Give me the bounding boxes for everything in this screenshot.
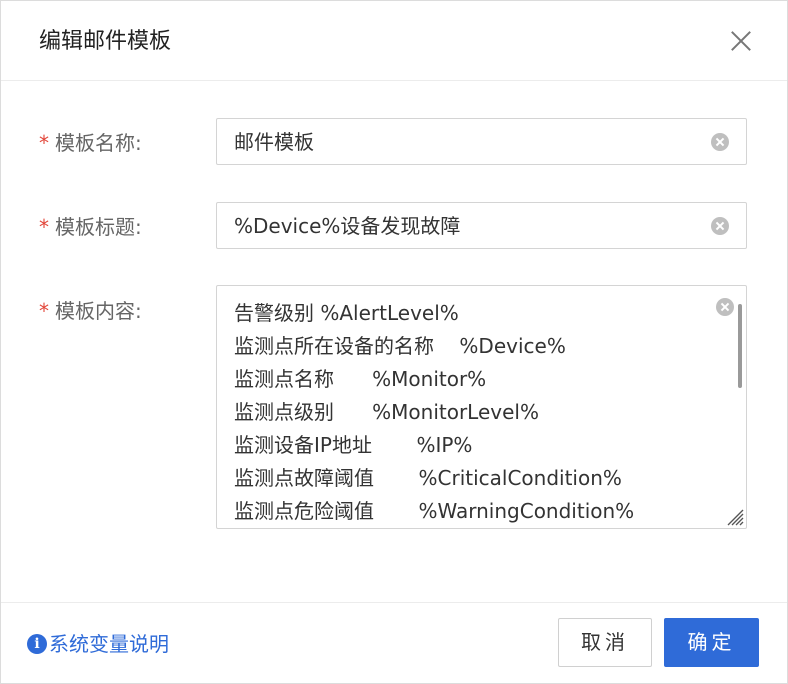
clear-icon[interactable] <box>716 298 734 316</box>
textarea-scrollbar[interactable] <box>738 304 742 388</box>
system-variable-help-link[interactable]: i 系统变量说明 <box>27 632 169 656</box>
content-line: 告警级别 %AlertLevel% <box>234 301 459 325</box>
dialog-footer: i 系统变量说明 取消 确定 <box>1 602 787 684</box>
edit-email-template-dialog: 编辑邮件模板 * 模板名称: 邮件模板 * 模板标题: %Device%设备发现故障… <box>0 0 788 684</box>
info-icon: i <box>27 634 47 654</box>
content-line: 监测设备IP地址 %IP% <box>234 433 473 457</box>
template-content-textarea[interactable]: 告警级别 %AlertLevel% 监测点所在设备的名称 %Device% 监测… <box>216 285 747 529</box>
clear-icon[interactable] <box>711 217 729 235</box>
template-name-input[interactable]: 邮件模板 <box>216 118 747 165</box>
content-line: 监测点所在设备的名称 %Device% <box>234 334 566 358</box>
template-subject-input[interactable]: %Device%设备发现故障 <box>216 202 747 249</box>
template-subject-label: * 模板标题: <box>39 215 142 239</box>
content-line: 监测点危险阈值 %WarningCondition% <box>234 499 635 523</box>
content-line: 监测点故障阈值 %CriticalCondition% <box>234 466 622 490</box>
template-content-lines: 告警级别 %AlertLevel% 监测点所在设备的名称 %Device% 监测… <box>234 297 634 528</box>
template-name-label: * 模板名称: <box>39 131 142 155</box>
required-mark: * <box>39 215 49 239</box>
template-subject-value: %Device%设备发现故障 <box>234 214 461 238</box>
content-line: 监测点名称 %Monitor% <box>234 367 487 391</box>
required-mark: * <box>39 299 49 323</box>
help-link-text: 系统变量说明 <box>49 632 169 656</box>
resize-handle-icon[interactable] <box>724 506 744 526</box>
dialog-title: 编辑邮件模板 <box>39 29 172 54</box>
template-name-value: 邮件模板 <box>234 130 314 154</box>
close-icon[interactable] <box>729 29 753 53</box>
cancel-button[interactable]: 取消 <box>558 618 652 667</box>
required-mark: * <box>39 131 49 155</box>
dialog-header: 编辑邮件模板 <box>1 1 787 81</box>
template-content-label: * 模板内容: <box>39 299 142 323</box>
clear-icon[interactable] <box>711 133 729 151</box>
content-line: 监测点级别 %MonitorLevel% <box>234 400 539 424</box>
confirm-button[interactable]: 确定 <box>664 618 759 667</box>
